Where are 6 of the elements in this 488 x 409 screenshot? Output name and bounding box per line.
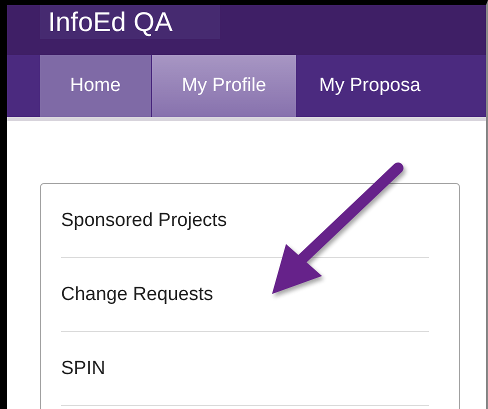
menu-link[interactable]: SPIN [61, 358, 106, 380]
menu-link[interactable]: Sponsored Projects [61, 210, 227, 232]
site-title: InfoEd QA [47, 7, 173, 37]
menu-link[interactable]: Change Requests [61, 284, 214, 306]
nav-tab[interactable]: My Proposa [297, 55, 443, 117]
nav-tab[interactable]: Home [40, 55, 151, 117]
